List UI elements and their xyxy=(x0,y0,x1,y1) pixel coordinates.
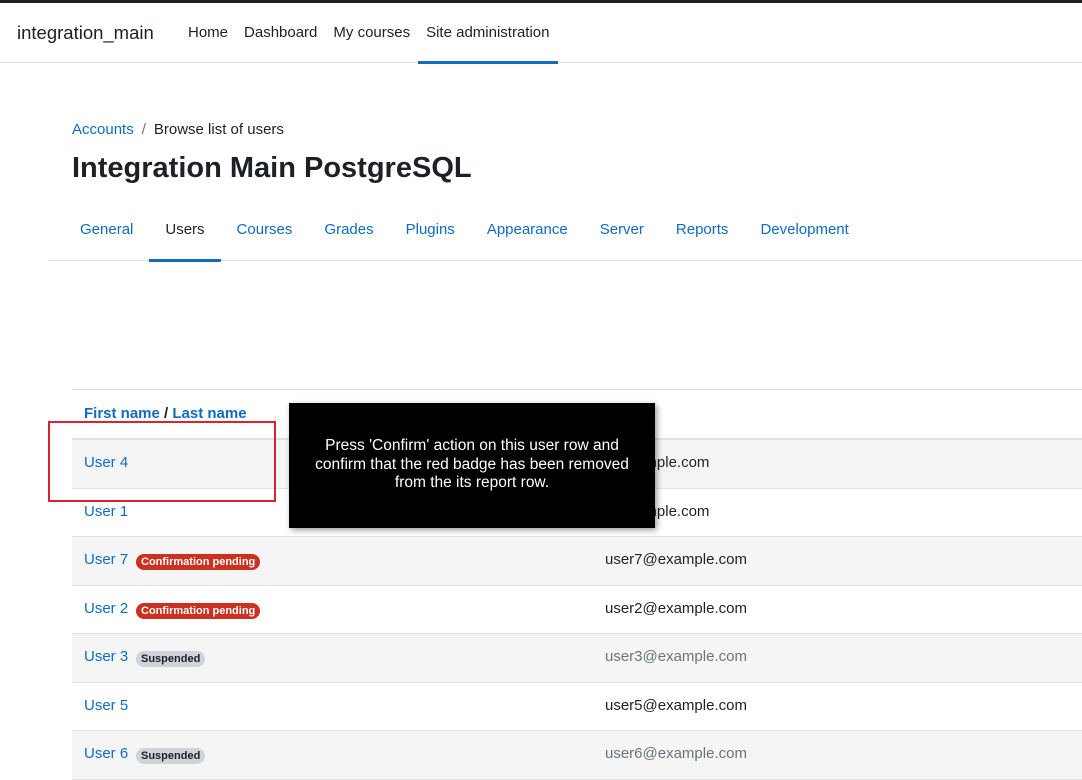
page-title: Integration Main PostgreSQL xyxy=(72,152,472,184)
status-badge: Confirmation pending xyxy=(136,602,261,619)
user-email: user7@example.com xyxy=(605,551,747,568)
status-badge: Confirmation pending xyxy=(136,554,261,570)
tooltip-text: Press 'Confirm' action on this user row … xyxy=(315,437,629,491)
tab-courses[interactable]: Courses xyxy=(221,200,309,261)
sort-first-name[interactable]: First name xyxy=(84,405,160,422)
nav-home[interactable]: Home xyxy=(180,3,236,63)
nav-my-courses[interactable]: My courses xyxy=(325,3,418,63)
user-email: user5@example.com xyxy=(605,696,747,714)
column-name-header: First name / Last name xyxy=(84,405,247,422)
user-name-link[interactable]: User 4 xyxy=(84,454,128,471)
nav-site-administration[interactable]: Site administration xyxy=(418,3,558,64)
status-badge: Suspended xyxy=(136,748,206,764)
sort-last-name[interactable]: Last name xyxy=(172,405,246,422)
tab-users[interactable]: Users xyxy=(149,200,221,262)
top-navbar: integration_main Home Dashboard My cours… xyxy=(0,0,1082,64)
user-email: user6@example.com xyxy=(605,745,747,762)
header-slash: / xyxy=(164,405,169,422)
admin-tabs: General Users Courses Grades Plugins App… xyxy=(48,200,1082,262)
breadcrumb-accounts[interactable]: Accounts xyxy=(72,121,134,138)
breadcrumb: Accounts / Browse list of users xyxy=(72,121,284,138)
user-name-link[interactable]: User 2 xyxy=(84,600,128,617)
tab-appearance[interactable]: Appearance xyxy=(471,200,584,261)
table-row: User 7 Confirmation pending user7@exampl… xyxy=(72,537,1082,586)
breadcrumb-separator: / xyxy=(141,121,146,138)
primary-navigation: Home Dashboard My courses Site administr… xyxy=(180,3,558,64)
user-email: user2@example.com xyxy=(605,599,747,617)
table-row: User 2 Confirmation pending user2@exampl… xyxy=(72,586,1082,634)
site-name[interactable]: integration_main xyxy=(17,22,154,44)
user-name-link[interactable]: User 1 xyxy=(84,503,128,520)
tab-development[interactable]: Development xyxy=(744,200,864,261)
user-name-link[interactable]: User 6 xyxy=(84,745,128,762)
breadcrumb-current: Browse list of users xyxy=(153,121,284,138)
nav-dashboard[interactable]: Dashboard xyxy=(236,3,325,63)
tab-grades[interactable]: Grades xyxy=(308,200,389,261)
tab-general[interactable]: General xyxy=(64,200,149,261)
table-row: User 5 user5@example.com xyxy=(72,683,1082,731)
tab-plugins[interactable]: Plugins xyxy=(390,200,471,261)
user-name-link[interactable]: User 3 xyxy=(84,648,128,665)
instruction-tooltip: Press 'Confirm' action on this user row … xyxy=(289,403,655,528)
tab-reports[interactable]: Reports xyxy=(660,200,745,261)
table-row: User 6 Suspended user6@example.com xyxy=(72,731,1082,780)
user-name-link[interactable]: User 5 xyxy=(84,697,128,714)
user-email: user3@example.com xyxy=(605,648,747,665)
tab-server[interactable]: Server xyxy=(584,200,660,261)
user-name-link[interactable]: User 7 xyxy=(84,551,128,568)
status-badge: Suspended xyxy=(136,651,206,667)
table-row: User 3 Suspended user3@example.com xyxy=(72,634,1082,683)
